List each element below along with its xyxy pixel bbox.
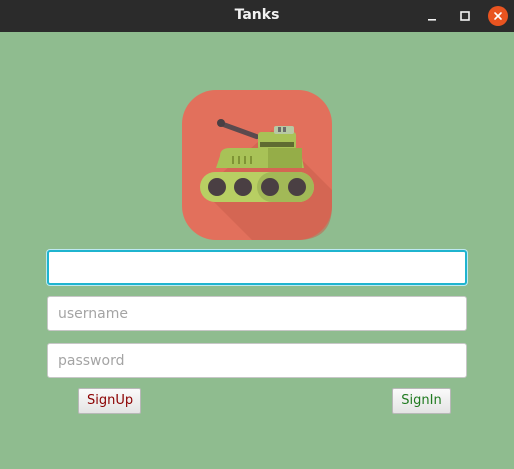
maximize-button[interactable] [455,6,475,26]
minimize-icon [428,19,436,21]
close-button[interactable] [488,6,508,26]
app-window: Tanks username SignUp SignIn [0,0,514,469]
password-input[interactable] [47,343,467,378]
minimize-button[interactable] [422,6,442,26]
first-input[interactable] [47,250,467,285]
signup-button[interactable]: SignUp [78,388,141,414]
signin-button[interactable]: SignIn [392,388,451,414]
tank-logo-icon [182,90,332,240]
title-bar: Tanks [0,0,514,32]
username-input[interactable] [47,296,467,331]
maximize-icon [460,11,470,21]
close-icon [494,12,502,20]
